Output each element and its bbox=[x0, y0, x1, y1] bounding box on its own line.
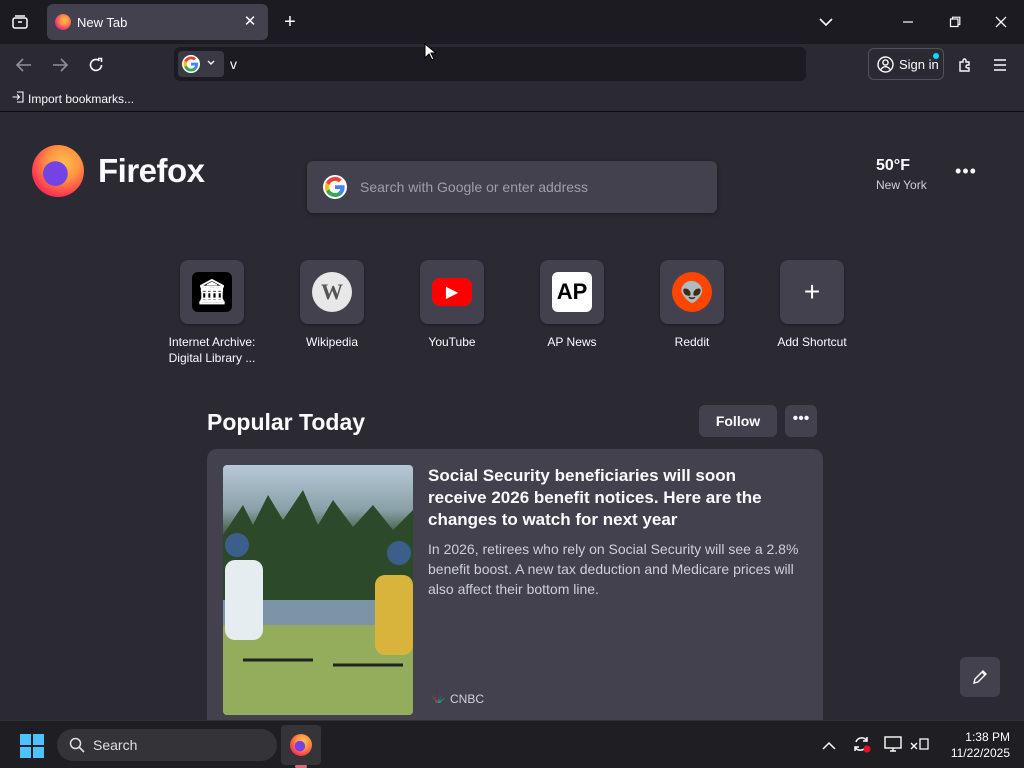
chevron-up-icon[interactable] bbox=[822, 738, 836, 756]
section-title: Popular Today bbox=[207, 409, 366, 435]
clock-date[interactable]: 11/22/2025 bbox=[940, 746, 1010, 760]
follow-button[interactable]: Follow bbox=[699, 405, 777, 437]
story-description: In 2026, retirees who rely on Social Sec… bbox=[428, 541, 799, 597]
shortcut-tile-frame: + bbox=[780, 260, 844, 324]
new-tab-button[interactable]: + bbox=[279, 11, 301, 33]
shortcut-tile[interactable]: 🏛 Internet Archive: Digital Library ... bbox=[152, 260, 272, 366]
back-icon[interactable] bbox=[12, 53, 36, 77]
cnbc-peacock-icon bbox=[428, 692, 446, 707]
nav-bar: v Sign in bbox=[0, 44, 1024, 86]
clock-time[interactable]: 1:38 PM bbox=[940, 730, 1010, 744]
more-options-icon[interactable]: ••• bbox=[785, 405, 817, 437]
forward-icon[interactable] bbox=[48, 53, 72, 77]
reload-icon[interactable] bbox=[84, 53, 108, 77]
taskbar-firefox-button[interactable] bbox=[281, 725, 321, 765]
google-icon bbox=[323, 175, 347, 199]
story-source: CNBC bbox=[428, 692, 484, 707]
pencil-icon bbox=[971, 668, 989, 691]
internet-archive-icon: 🏛 bbox=[192, 272, 232, 312]
story-source-label: CNBC bbox=[450, 692, 485, 706]
search-input[interactable]: Search with Google or enter address bbox=[307, 161, 717, 213]
hamburger-menu-icon[interactable] bbox=[988, 53, 1012, 77]
firefox-wordmark: Firefox bbox=[98, 152, 205, 189]
story-card[interactable]: Social Security beneficiaries will soon … bbox=[207, 449, 823, 729]
tab-title: New Tab bbox=[77, 15, 128, 30]
taskbar-search-label: Search bbox=[93, 737, 138, 753]
list-all-tabs-icon[interactable] bbox=[8, 10, 32, 34]
network-status-icon[interactable] bbox=[910, 735, 930, 758]
weather-location: New York bbox=[876, 178, 927, 192]
new-tab-page: Firefox Search with Google or enter addr… bbox=[0, 112, 1024, 729]
shortcut-tile[interactable]: ▶ YouTube bbox=[392, 260, 512, 350]
shortcut-label: Wikipedia bbox=[305, 335, 359, 349]
edit-layout-button[interactable] bbox=[960, 657, 1000, 697]
chevron-down-icon bbox=[206, 56, 216, 73]
firefox-icon bbox=[290, 734, 312, 756]
story-image bbox=[223, 465, 413, 715]
url-input[interactable]: v bbox=[230, 56, 237, 72]
shortcut-tile-frame: AP bbox=[540, 260, 604, 324]
bookmarks-toolbar: Import bookmarks... bbox=[0, 86, 1024, 112]
url-bar[interactable]: v bbox=[174, 47, 806, 81]
firefox-favicon-icon bbox=[55, 14, 71, 30]
import-bookmarks-label: Import bookmarks... bbox=[28, 92, 135, 106]
shortcut-label: Reddit bbox=[674, 335, 710, 349]
close-tab-icon[interactable]: ✕ bbox=[240, 12, 260, 32]
ap-news-icon: AP bbox=[552, 272, 592, 312]
search-placeholder: Search with Google or enter address bbox=[360, 179, 589, 195]
shortcut-tile[interactable]: 👽 Reddit bbox=[632, 260, 752, 350]
windows-start-icon[interactable] bbox=[20, 734, 44, 763]
sign-in-button[interactable]: Sign in bbox=[868, 48, 944, 80]
notification-dot-icon bbox=[933, 53, 939, 59]
youtube-icon: ▶ bbox=[432, 278, 472, 306]
chevron-down-icon[interactable] bbox=[814, 10, 838, 34]
wikipedia-icon: W bbox=[312, 272, 352, 312]
sync-status-icon[interactable] bbox=[852, 735, 872, 758]
import-icon bbox=[12, 91, 24, 106]
taskbar-search-input[interactable]: Search bbox=[57, 729, 277, 761]
display-icon[interactable] bbox=[884, 735, 904, 758]
tab-new-tab[interactable]: New Tab ✕ bbox=[47, 4, 268, 40]
restore-icon[interactable] bbox=[943, 10, 967, 34]
shortcut-tile[interactable]: + Add Shortcut bbox=[752, 260, 872, 350]
weather-menu-icon[interactable]: ••• bbox=[952, 161, 980, 185]
google-icon bbox=[182, 55, 200, 73]
reddit-icon: 👽 bbox=[672, 272, 712, 312]
shortcut-tile-frame: W bbox=[300, 260, 364, 324]
shortcut-tile-frame: 👽 bbox=[660, 260, 724, 324]
extensions-icon[interactable] bbox=[953, 53, 977, 77]
close-window-icon[interactable] bbox=[989, 10, 1013, 34]
search-icon bbox=[69, 737, 85, 758]
shortcut-label: Internet Archive: Digital Library ... bbox=[168, 335, 256, 365]
shortcut-label: YouTube bbox=[428, 335, 476, 349]
taskbar: Search 1:38 PM 11/22/2025 bbox=[0, 720, 1024, 768]
account-icon bbox=[877, 56, 894, 78]
shortcut-tile[interactable]: AP AP News bbox=[512, 260, 632, 350]
shortcut-label: Add Shortcut bbox=[777, 335, 847, 349]
tab-strip: New Tab ✕ + bbox=[0, 0, 1024, 44]
mouse-cursor-icon bbox=[424, 42, 438, 66]
weather-temperature: 50°F bbox=[876, 157, 910, 174]
plus-icon: + bbox=[792, 272, 832, 312]
story-headline[interactable]: Social Security beneficiaries will soon … bbox=[428, 465, 798, 531]
shortcut-tile-frame: ▶ bbox=[420, 260, 484, 324]
sign-in-label: Sign in bbox=[899, 57, 939, 72]
shortcut-tile-frame: 🏛 bbox=[180, 260, 244, 324]
shortcut-tile[interactable]: W Wikipedia bbox=[272, 260, 392, 350]
minimize-icon[interactable] bbox=[896, 10, 920, 34]
import-bookmarks-item[interactable]: Import bookmarks... bbox=[12, 91, 134, 106]
search-engine-button[interactable] bbox=[178, 51, 224, 77]
shortcut-label: AP News bbox=[547, 335, 597, 349]
firefox-logo-icon bbox=[32, 145, 84, 197]
